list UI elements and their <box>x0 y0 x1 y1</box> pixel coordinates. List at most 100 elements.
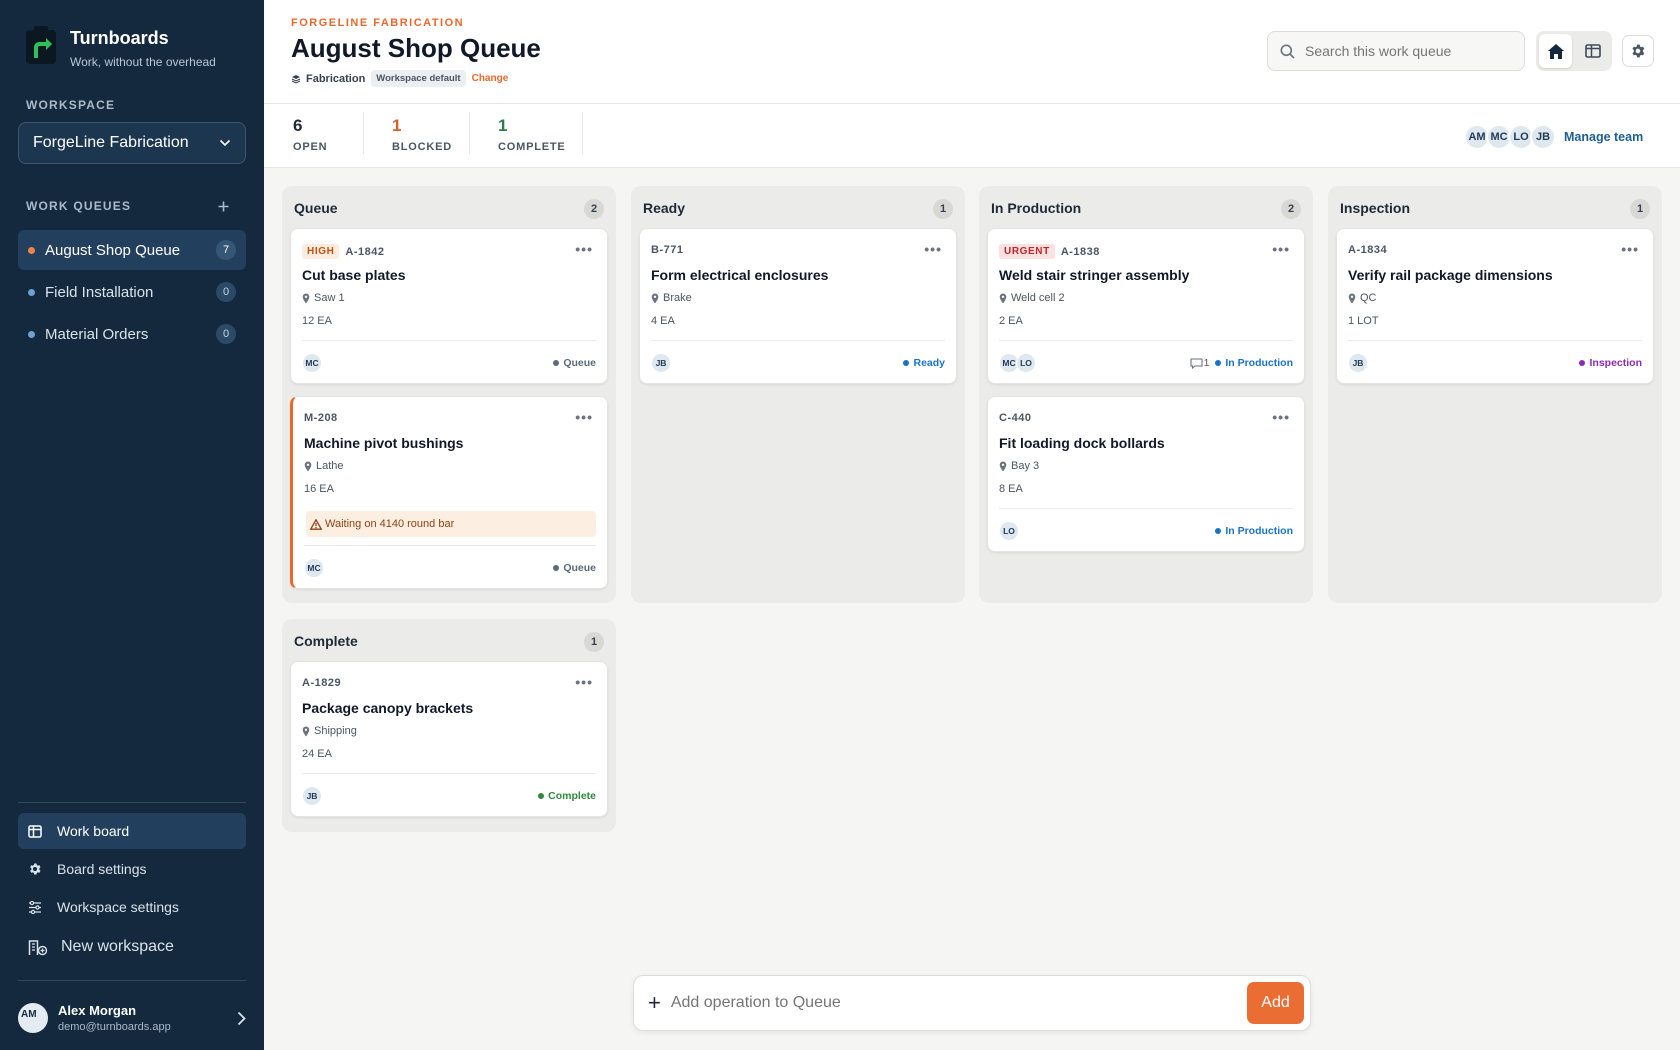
board-view-button[interactable] <box>1576 34 1609 68</box>
avatar: LO <box>1016 353 1036 373</box>
nav-label: Workspace settings <box>57 899 179 915</box>
status-label: Ready <box>913 357 945 369</box>
search-input[interactable] <box>1305 43 1512 59</box>
sidebar: Turnboards Work, without the overhead WO… <box>0 0 264 1050</box>
card-quantity: 1 LOT <box>1348 315 1379 327</box>
location-label: Bay 3 <box>1011 460 1040 472</box>
search-box[interactable] <box>1267 31 1525 71</box>
sidebar-nav: Work board Board settings Workspace sett… <box>18 813 246 969</box>
card-divider <box>1348 340 1642 341</box>
queue-item-material-orders[interactable]: Material Orders 0 <box>18 314 246 354</box>
stat-complete: 1 COMPLETE <box>498 116 566 158</box>
change-category-link[interactable]: Change <box>472 73 509 84</box>
work-card[interactable]: HIGH A-1842 ••• Cut base plates Saw 1 12… <box>290 228 608 384</box>
avatar: JB <box>1348 353 1368 373</box>
brand[interactable]: Turnboards Work, without the overhead <box>24 26 216 69</box>
location-label: Lathe <box>316 460 344 472</box>
stat-divider <box>469 112 470 154</box>
queue-dot-icon <box>28 330 35 338</box>
card-location: Lathe <box>304 460 344 472</box>
queue-count: 7 <box>216 240 236 260</box>
status-badge: Queue <box>553 562 596 574</box>
page-title: August Shop Queue <box>291 33 541 63</box>
queue-dot-icon <box>28 288 35 296</box>
more-options-button[interactable]: ••• <box>1272 409 1290 425</box>
add-button[interactable]: Add <box>1247 982 1304 1024</box>
avatar[interactable]: JB <box>1530 124 1556 150</box>
comment-count[interactable]: 1 <box>1190 357 1210 369</box>
queue-item-august-shop-queue[interactable]: August Shop Queue 7 <box>18 230 246 270</box>
more-options-button[interactable]: ••• <box>924 241 942 257</box>
category-label: Fabrication <box>306 72 366 85</box>
nav-new-workspace[interactable]: New workspace <box>18 927 246 967</box>
status-label: Inspection <box>1589 357 1642 369</box>
status-badge: Complete <box>538 790 596 802</box>
stat-label: BLOCKED <box>392 141 452 153</box>
workspace-default-badge: Workspace default <box>371 70 466 87</box>
user-menu[interactable]: AM Alex Morgan demo@turnboards.app <box>18 998 246 1038</box>
work-card[interactable]: C-440 ••• Fit loading dock bollards Bay … <box>987 396 1305 552</box>
column-count: 2 <box>1281 199 1301 219</box>
team: AM MC LO JB Manage team <box>1464 124 1643 150</box>
column-title: Ready <box>643 200 686 216</box>
gear-icon <box>1632 44 1645 58</box>
card-divider <box>302 340 596 341</box>
stat-blocked: 1 BLOCKED <box>392 116 452 158</box>
work-card[interactable]: B-771 ••• Form electrical enclosures Bra… <box>639 228 957 384</box>
status-dot-icon <box>553 360 560 366</box>
settings-button[interactable] <box>1622 35 1654 67</box>
status-dot-icon <box>1215 360 1222 366</box>
work-queues-section-title: WORK QUEUES <box>26 199 132 213</box>
work-card[interactable]: URGENT A-1838 ••• Weld stair stringer as… <box>987 228 1305 384</box>
avatar: LO <box>999 521 1019 541</box>
status-dot-icon <box>1579 360 1586 366</box>
warning-text: Waiting on 4140 round bar <box>325 518 455 530</box>
card-quantity: 24 EA <box>302 748 332 760</box>
more-options-button[interactable]: ••• <box>575 241 593 257</box>
status-label: Queue <box>563 357 596 369</box>
card-location: QC <box>1348 292 1377 304</box>
more-options-button[interactable]: ••• <box>575 409 593 425</box>
more-options-button[interactable]: ••• <box>575 674 593 690</box>
comment-count-value: 1 <box>1203 357 1210 369</box>
nav-label: Board settings <box>57 861 147 877</box>
more-options-button[interactable]: ••• <box>1272 241 1290 257</box>
board-icon <box>27 823 43 839</box>
queue-label: Material Orders <box>45 325 149 343</box>
stat-value: 6 <box>293 116 303 135</box>
card-code: C-440 <box>999 412 1032 424</box>
card-divider <box>304 545 596 546</box>
status-dot-icon <box>903 360 910 366</box>
app-tagline: Work, without the overhead <box>70 55 216 69</box>
queue-label: August Shop Queue <box>45 241 181 259</box>
stat-divider <box>363 112 364 154</box>
status-badge: In Production <box>1215 357 1293 369</box>
queue-item-field-installation[interactable]: Field Installation 0 <box>18 272 246 312</box>
card-code: A-1838 <box>1060 245 1100 258</box>
more-options-button[interactable]: ••• <box>1621 241 1639 257</box>
warning-icon <box>310 518 322 530</box>
location-pin-icon <box>302 726 310 736</box>
work-card[interactable]: M-208 ••• Machine pivot bushings Lathe 1… <box>290 396 608 589</box>
status-dot-icon <box>553 565 560 571</box>
nav-board-settings[interactable]: Board settings <box>18 851 246 887</box>
card-code: A-1834 <box>1348 244 1388 256</box>
add-queue-button[interactable] <box>215 196 231 217</box>
card-divider <box>302 773 596 774</box>
work-card[interactable]: A-1829 ••• Package canopy brackets Shipp… <box>290 661 608 817</box>
location-label: QC <box>1360 292 1377 304</box>
home-view-button[interactable] <box>1539 34 1572 68</box>
nav-label: Work board <box>57 823 130 839</box>
nav-work-board[interactable]: Work board <box>18 813 246 849</box>
category: Fabrication <box>291 73 365 85</box>
status-label: In Production <box>1225 525 1293 537</box>
layers-icon <box>291 74 301 84</box>
chevron-right-icon <box>237 1011 246 1025</box>
workspace-select[interactable]: ForgeLine Fabrication <box>18 122 246 164</box>
status-badge: Ready <box>903 357 945 369</box>
org-label: FORGELINE FABRICATION <box>291 17 465 29</box>
manage-team-link[interactable]: Manage team <box>1564 130 1643 144</box>
nav-workspace-settings[interactable]: Workspace settings <box>18 889 246 925</box>
work-card[interactable]: A-1834 ••• Verify rail package dimension… <box>1336 228 1654 384</box>
add-operation-input[interactable] <box>670 994 1247 1012</box>
